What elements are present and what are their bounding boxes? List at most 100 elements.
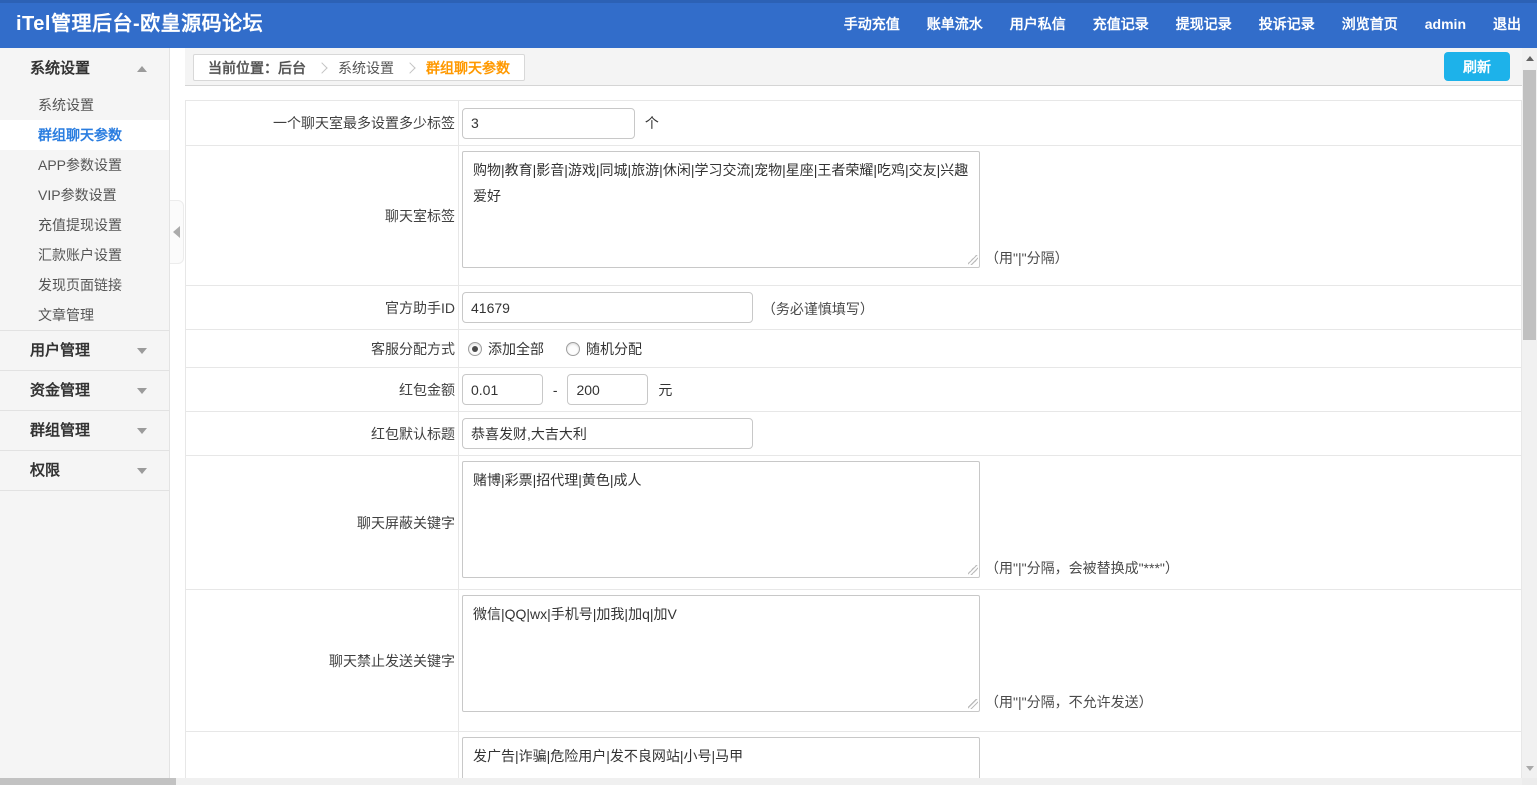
breadcrumb-bar: 当前位置：后台 系统设置 群组聊天参数 刷新: [185, 48, 1522, 86]
sidebar-group-label: 用户管理: [30, 342, 91, 359]
field-label: [185, 731, 459, 785]
menu-logout[interactable]: 退出: [1493, 14, 1521, 34]
radio-label: 添加全部: [488, 340, 544, 357]
app-title: iTel管理后台-欧皇源码论坛: [16, 13, 264, 35]
service-assign-radio-group: 添加全部 随机分配: [462, 339, 1513, 359]
main-content: 当前位置：后台 系统设置 群组聊天参数 刷新 一个聊天室最多设置多少标签 个 聊…: [170, 48, 1522, 785]
field-label: 聊天屏蔽关键字: [185, 455, 459, 590]
field-label: 官方助手ID: [185, 285, 459, 330]
sidebar-item-recharge-withdraw[interactable]: 充值提现设置: [0, 210, 169, 240]
breadcrumb-separator-icon: [404, 61, 416, 74]
resize-grip-icon[interactable]: [968, 699, 978, 709]
max-tags-input[interactable]: [462, 107, 635, 139]
form-row-forbidden-keywords: 聊天禁止发送关键字 微信|QQ|wx|手机号|加我|加q|加V （用"|"分隔，…: [185, 589, 1522, 732]
sidebar-group-system-settings[interactable]: 系统设置: [0, 48, 169, 90]
chevron-down-icon: [137, 347, 147, 354]
menu-admin[interactable]: admin: [1425, 16, 1466, 32]
sidebar-item-vip-params[interactable]: VIP参数设置: [0, 180, 169, 210]
breadcrumb-item-system-settings[interactable]: 系统设置: [338, 58, 394, 78]
range-separator: -: [552, 381, 558, 398]
top-menu: 手动充值 账单流水 用户私信 充值记录 提现记录 投诉记录 浏览首页 admin…: [844, 0, 1521, 48]
sidebar-item-article-manage[interactable]: 文章管理: [0, 300, 169, 330]
radio-selected-icon[interactable]: [468, 341, 482, 356]
radio-option-add-all[interactable]: 添加全部: [468, 339, 544, 359]
scroll-up-button[interactable]: [1522, 50, 1537, 66]
sidebar-group-funds-manage[interactable]: 资金管理: [0, 370, 169, 410]
sidebar-submenu: 系统设置 群组聊天参数 APP参数设置 VIP参数设置 充值提现设置 汇款账户设…: [0, 90, 169, 330]
chevron-up-icon: [137, 66, 147, 72]
field-label: 一个聊天室最多设置多少标签: [185, 100, 459, 146]
menu-bill-flow[interactable]: 账单流水: [927, 14, 983, 34]
field-hint: （用"|"分隔，会被替换成"***"）: [985, 560, 1179, 576]
chevron-down-icon: [137, 467, 147, 474]
form-row-bottom-partial: 发广告|诈骗|危险用户|发不良网站|小号|马甲: [185, 731, 1522, 785]
breadcrumb: 当前位置：后台 系统设置 群组聊天参数: [193, 54, 525, 81]
breadcrumb-separator-icon: [316, 61, 328, 74]
sidebar-group-user-manage[interactable]: 用户管理: [0, 330, 169, 370]
vertical-scrollbar-thumb[interactable]: [1523, 70, 1536, 340]
red-packet-title-input[interactable]: [462, 418, 753, 449]
field-label: 客服分配方式: [185, 329, 459, 368]
sidebar-group-label: 系统设置: [30, 60, 91, 77]
sidebar-divider: [0, 490, 169, 491]
sidebar-item-system-settings[interactable]: 系统设置: [0, 90, 169, 120]
field-label: 聊天禁止发送关键字: [185, 589, 459, 732]
field-suffix: 个: [644, 115, 659, 131]
sidebar-group-permissions[interactable]: 权限: [0, 450, 169, 490]
menu-complaint-records[interactable]: 投诉记录: [1259, 14, 1315, 34]
sidebar-group-group-manage[interactable]: 群组管理: [0, 410, 169, 450]
field-suffix: 元: [658, 381, 673, 398]
form-row-red-packet-amount: 红包金额 - 元: [185, 367, 1522, 412]
vertical-scrollbar[interactable]: [1522, 48, 1537, 778]
form-row-blocked-keywords: 聊天屏蔽关键字 赌博|彩票|招代理|黄色|成人 （用"|"分隔，会被替换成"**…: [185, 455, 1522, 590]
breadcrumb-location: 当前位置：后台: [208, 59, 306, 76]
sidebar: 系统设置 系统设置 群组聊天参数 APP参数设置 VIP参数设置 充值提现设置 …: [0, 48, 170, 785]
sidebar-group-label: 群组管理: [30, 422, 91, 439]
chevron-down-icon: [137, 387, 147, 394]
collapse-left-icon: [173, 226, 180, 238]
sidebar-collapse-handle[interactable]: [170, 200, 184, 264]
red-packet-max-input[interactable]: [567, 374, 649, 405]
form-row-service-assign: 客服分配方式 添加全部 随机分配: [185, 329, 1522, 368]
horizontal-scrollbar-thumb[interactable]: [0, 778, 176, 785]
field-hint: （用"|"分隔）: [985, 250, 1069, 266]
form-row-red-packet-title: 红包默认标题: [185, 411, 1522, 456]
settings-form: 一个聊天室最多设置多少标签 个 聊天室标签 购物|教育|影音|游戏|同城|旅游|…: [185, 100, 1522, 785]
blocked-keywords-textarea[interactable]: 赌博|彩票|招代理|黄色|成人: [462, 461, 980, 578]
radio-unselected-icon[interactable]: [566, 341, 580, 356]
field-hint: （用"|"分隔，不允许发送）: [985, 694, 1153, 710]
field-label: 红包默认标题: [185, 411, 459, 456]
resize-grip-icon[interactable]: [968, 565, 978, 575]
chevron-down-icon: [137, 427, 147, 434]
scroll-down-button[interactable]: [1522, 760, 1537, 776]
menu-manual-recharge[interactable]: 手动充值: [844, 14, 900, 34]
field-label: 聊天室标签: [185, 145, 459, 286]
form-row-chat-tags: 聊天室标签 购物|教育|影音|游戏|同城|旅游|休闲|学习交流|宠物|星座|王者…: [185, 145, 1522, 286]
sidebar-item-group-chat-params[interactable]: 群组聊天参数: [0, 120, 169, 150]
menu-user-messages[interactable]: 用户私信: [1010, 14, 1066, 34]
sidebar-item-discover-links[interactable]: 发现页面链接: [0, 270, 169, 300]
field-label: 红包金额: [185, 367, 459, 412]
scroll-up-icon: [1525, 55, 1534, 61]
menu-withdraw-records[interactable]: 提现记录: [1176, 14, 1232, 34]
sidebar-item-remit-account[interactable]: 汇款账户设置: [0, 240, 169, 270]
refresh-button[interactable]: 刷新: [1444, 52, 1510, 81]
resize-grip-icon[interactable]: [968, 255, 978, 265]
red-packet-min-input[interactable]: [462, 374, 543, 405]
radio-option-random-assign[interactable]: 随机分配: [566, 339, 642, 359]
horizontal-scrollbar[interactable]: [0, 778, 1522, 785]
breadcrumb-item-group-chat-params: 群组聊天参数: [426, 59, 510, 76]
official-assistant-id-input[interactable]: [462, 292, 753, 323]
scrollbar-corner: [1522, 778, 1537, 785]
chat-tags-textarea[interactable]: 购物|教育|影音|游戏|同城|旅游|休闲|学习交流|宠物|星座|王者荣耀|吃鸡|…: [462, 151, 980, 268]
sidebar-group-label: 资金管理: [30, 382, 91, 399]
menu-browse-home[interactable]: 浏览首页: [1342, 14, 1398, 34]
sidebar-group-label: 权限: [30, 462, 61, 479]
radio-label: 随机分配: [586, 340, 642, 357]
forbidden-keywords-textarea[interactable]: 微信|QQ|wx|手机号|加我|加q|加V: [462, 595, 980, 712]
form-row-max-tags: 一个聊天室最多设置多少标签 个: [185, 100, 1522, 146]
form-row-official-assistant-id: 官方助手ID （务必谨慎填写）: [185, 285, 1522, 330]
menu-recharge-records[interactable]: 充值记录: [1093, 14, 1149, 34]
sidebar-item-app-params[interactable]: APP参数设置: [0, 150, 169, 180]
field-hint: （务必谨慎填写）: [761, 300, 874, 317]
